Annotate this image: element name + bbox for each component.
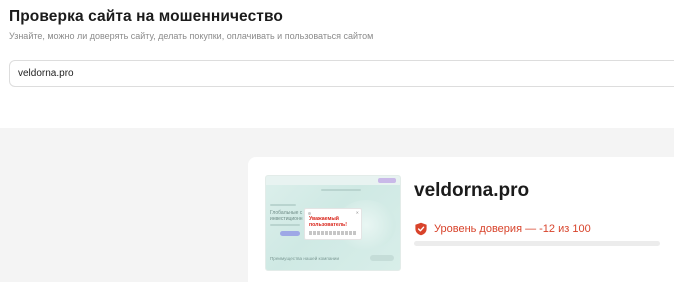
page-header-section: Проверка сайта на мошенничество Узнайте,… bbox=[0, 0, 674, 128]
site-url-input[interactable] bbox=[18, 61, 618, 86]
trust-progress-bar bbox=[414, 241, 660, 246]
trust-level: Уровень доверия — -12 из 100 bbox=[414, 221, 591, 237]
shield-icon bbox=[415, 222, 427, 236]
preview-header-button bbox=[378, 178, 396, 183]
page-title: Проверка сайта на мошенничество bbox=[9, 8, 283, 25]
result-domain: veldorna.pro bbox=[414, 180, 530, 201]
preview-warning-modal: ✕ Уважаемый пользователь! bbox=[304, 208, 362, 240]
preview-cta-button bbox=[280, 231, 300, 236]
preview-modal-logo-icon bbox=[308, 212, 311, 215]
trust-level-label: Уровень доверия — -12 из 100 bbox=[434, 223, 591, 235]
preview-text-line bbox=[270, 204, 296, 206]
preview-footer-text: Преимущества нашей компании bbox=[270, 256, 340, 261]
preview-text-line bbox=[270, 224, 300, 226]
preview-modal-fine-print bbox=[309, 231, 357, 235]
search-box[interactable] bbox=[9, 60, 674, 87]
preview-text-line bbox=[321, 189, 361, 191]
preview-modal-warning: Уважаемый пользователь! bbox=[309, 216, 347, 228]
page-subtitle: Узнайте, можно ли доверять сайту, делать… bbox=[9, 31, 374, 41]
close-icon: ✕ bbox=[355, 210, 359, 215]
site-preview-thumbnail[interactable]: Глобальные с инвестиционн ✕ Уважаемый по… bbox=[265, 175, 401, 271]
preview-footer-button bbox=[370, 255, 394, 261]
